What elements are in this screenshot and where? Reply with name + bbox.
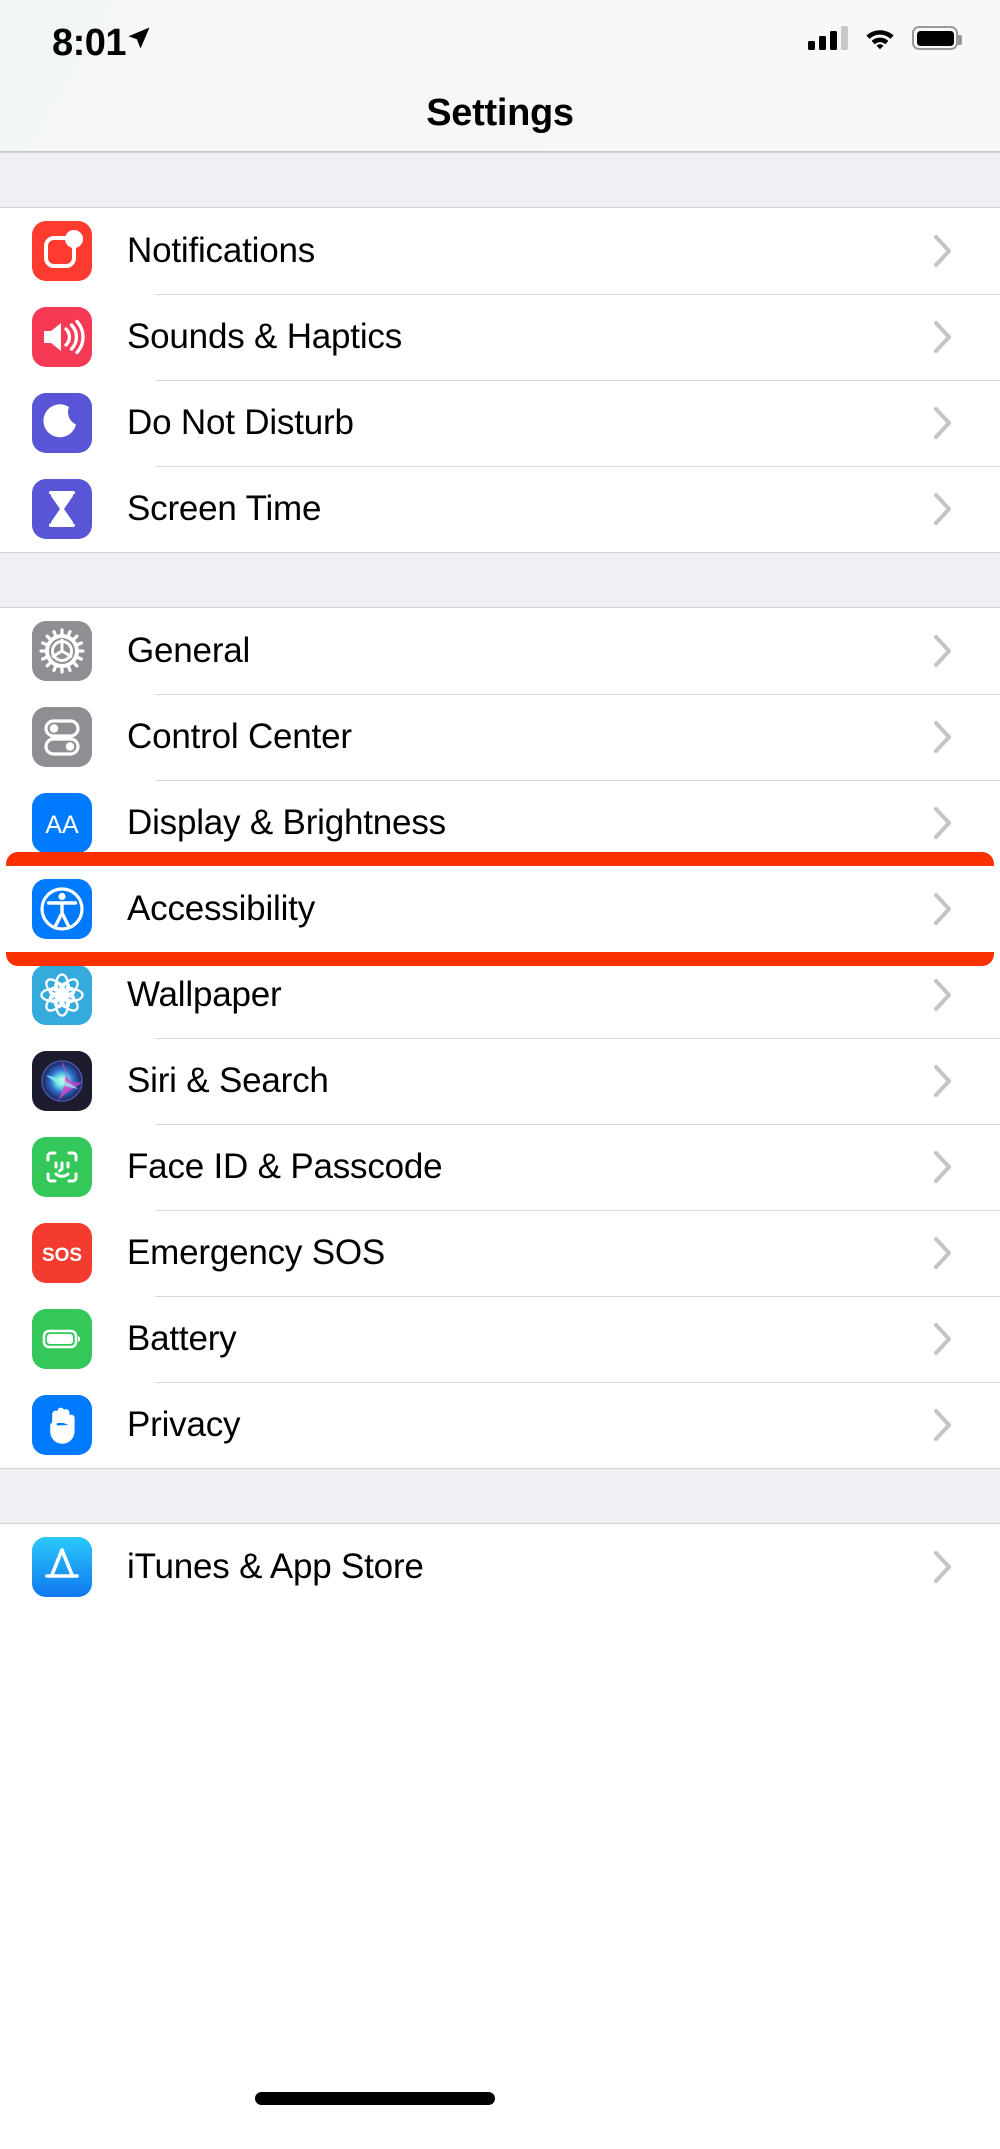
settings-row-do-not-disturb[interactable]: Do Not Disturb <box>0 380 1000 466</box>
section-gap <box>0 552 1000 608</box>
settings-group-3: iTunes & App Store <box>0 1524 1000 1610</box>
chevron-right-icon <box>934 979 951 1011</box>
chevron-right-icon <box>934 1151 951 1183</box>
settings-row-label: General <box>127 631 251 670</box>
settings-row-privacy[interactable]: Privacy <box>0 1382 1000 1468</box>
settings-row-siri-search[interactable]: Siri & Search <box>0 1038 1000 1124</box>
chevron-right-icon <box>934 807 951 839</box>
settings-row-control-center[interactable]: Control Center <box>0 694 1000 780</box>
settings-group-1: Notifications Sounds & Haptics Do Not Di… <box>0 208 1000 552</box>
location-arrow-icon <box>128 27 150 49</box>
settings-row-emergency-sos[interactable]: SOS Emergency SOS <box>0 1210 1000 1296</box>
battery-icon <box>912 26 962 50</box>
settings-row-face-id-passcode[interactable]: Face ID & Passcode <box>0 1124 1000 1210</box>
chevron-right-icon <box>934 235 951 267</box>
settings-row-label: Battery <box>127 1319 237 1358</box>
settings-row-display-brightness[interactable]: AA Display & Brightness <box>0 780 1000 866</box>
settings-row-label: iTunes & App Store <box>127 1547 424 1586</box>
settings-row-itunes-app-store[interactable]: iTunes & App Store <box>0 1524 1000 1610</box>
status-bar-time: 8:01 <box>52 22 127 64</box>
section-gap <box>0 1468 1000 1524</box>
settings-row-label: Emergency SOS <box>127 1233 386 1272</box>
settings-row-sounds-haptics[interactable]: Sounds & Haptics <box>0 294 1000 380</box>
sos-icon: SOS <box>32 1223 92 1283</box>
chevron-right-icon <box>934 1409 951 1441</box>
settings-row-label: Accessibility <box>127 889 316 928</box>
settings-row-screen-time[interactable]: Screen Time <box>0 466 1000 552</box>
settings-group-2: General Control Center AA Display & Brig… <box>0 608 1000 1468</box>
settings-row-label: Display & Brightness <box>127 803 446 842</box>
hourglass-icon <box>32 479 92 539</box>
hand-raised-icon <box>32 1395 92 1455</box>
siri-orb-icon <box>32 1051 92 1111</box>
chevron-right-icon <box>934 407 951 439</box>
chevron-right-icon <box>934 635 951 667</box>
settings-row-wallpaper[interactable]: Wallpaper <box>0 952 1000 1038</box>
settings-row-label: Face ID & Passcode <box>127 1147 443 1186</box>
status-bar: 8:01 <box>0 0 1000 78</box>
chevron-right-icon <box>934 321 951 353</box>
settings-row-label: Screen Time <box>127 489 322 528</box>
page-title: Settings <box>426 92 574 134</box>
settings-row-general[interactable]: General <box>0 608 1000 694</box>
chevron-right-icon <box>934 721 951 753</box>
battery-full-icon <box>32 1309 92 1369</box>
chevron-right-icon <box>934 893 951 925</box>
settings-row-label: Control Center <box>127 717 352 756</box>
settings-row-label: Notifications <box>127 231 316 270</box>
chevron-right-icon <box>934 1551 951 1583</box>
accessibility-icon <box>32 879 92 939</box>
settings-row-notifications[interactable]: Notifications <box>0 208 1000 294</box>
moon-icon <box>32 393 92 453</box>
chevron-right-icon <box>934 1065 951 1097</box>
settings-row-label: Privacy <box>127 1405 241 1444</box>
gear-icon <box>32 621 92 681</box>
chevron-right-icon <box>934 1323 951 1355</box>
settings-row-label: Siri & Search <box>127 1061 329 1100</box>
chevron-right-icon <box>934 493 951 525</box>
app-store-icon <box>32 1537 92 1597</box>
face-id-icon <box>32 1137 92 1197</box>
settings-row-label: Wallpaper <box>127 975 282 1014</box>
toggles-icon <box>32 707 92 767</box>
highlighted-row-container: Accessibility <box>0 852 1000 966</box>
settings-list: Notifications Sounds & Haptics Do Not Di… <box>0 152 1000 1610</box>
notifications-icon <box>32 221 92 281</box>
flower-icon <box>32 965 92 1025</box>
status-bar-indicators <box>808 26 962 50</box>
chevron-right-icon <box>934 1237 951 1269</box>
settings-row-battery[interactable]: Battery <box>0 1296 1000 1382</box>
svg-text:SOS: SOS <box>42 1245 82 1266</box>
settings-row-label: Sounds & Haptics <box>127 317 403 356</box>
text-size-aa-icon: AA <box>32 793 92 853</box>
navigation-header: 8:01 Settings <box>0 0 1000 152</box>
wifi-icon <box>866 30 894 50</box>
iphone-settings-screen: 8:01 Settings Notifications Sounds & Hap… <box>0 0 1000 2149</box>
home-indicator-bar <box>255 2092 495 2105</box>
settings-row-accessibility[interactable]: Accessibility <box>0 866 1000 952</box>
cellular-signal-icon <box>808 26 848 50</box>
settings-row-label: Do Not Disturb <box>127 403 354 442</box>
speaker-icon <box>32 307 92 367</box>
section-gap <box>0 152 1000 208</box>
svg-text:AA: AA <box>45 811 79 839</box>
